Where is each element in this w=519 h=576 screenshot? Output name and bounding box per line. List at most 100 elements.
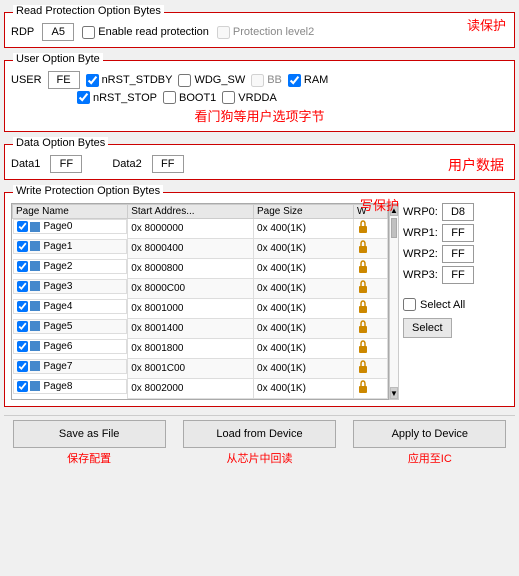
wp-page-checkbox[interactable] — [17, 361, 28, 372]
wp-start-addr: 0x 8001800 — [128, 339, 254, 359]
wp-page-size: 0x 400(1K) — [254, 299, 354, 319]
data2-input[interactable] — [152, 155, 184, 173]
wp-page-name-cell: Page4 — [13, 299, 128, 314]
wp-page-name-cell: Page8 — [13, 379, 128, 394]
wp-lock-cell — [354, 339, 388, 359]
scrollbar-thumb[interactable] — [391, 218, 397, 238]
wp-page-checkbox[interactable] — [17, 381, 28, 392]
wp-page-size: 0x 400(1K) — [254, 259, 354, 279]
wp-scrollbar[interactable]: ▲ ▼ — [389, 203, 399, 400]
enable-read-protection-checkbox[interactable] — [82, 26, 95, 39]
boot1-text: BOOT1 — [179, 92, 216, 104]
vrdda-label[interactable]: VRDDA — [222, 91, 277, 104]
table-row: Page10x 80004000x 400(1K) — [13, 239, 388, 259]
wdg-sw-label[interactable]: WDG_SW — [178, 74, 245, 87]
wp-lock-cell — [354, 239, 388, 259]
nrst-stop-label[interactable]: nRST_STOP — [77, 91, 157, 104]
wp-page-checkbox[interactable] — [17, 321, 28, 332]
wp-lock-cell — [354, 299, 388, 319]
wp-page-checkbox[interactable] — [17, 281, 28, 292]
wp-page-size: 0x 400(1K) — [254, 279, 354, 299]
lock-icon — [357, 340, 369, 354]
lock-icon — [357, 320, 369, 334]
scrollbar-down-btn[interactable]: ▼ — [390, 387, 398, 399]
wp-right-panel: WRP0: WRP1: WRP2: WRP3: — [403, 203, 508, 400]
col-page-size: Page Size — [254, 205, 354, 219]
nrst-stop-checkbox[interactable] — [77, 91, 90, 104]
wp-lock-cell — [354, 279, 388, 299]
rdp-input[interactable] — [42, 23, 74, 41]
table-row: Page80x 80020000x 400(1K) — [13, 379, 388, 399]
wp-page-checkbox[interactable] — [17, 341, 28, 352]
protection-level2-checkbox-label[interactable]: Protection level2 — [217, 26, 314, 39]
select-button[interactable]: Select — [403, 318, 452, 338]
save-as-file-button[interactable]: Save as File — [13, 420, 166, 448]
wdg-sw-checkbox[interactable] — [178, 74, 191, 87]
wp-page-checkbox[interactable] — [17, 261, 28, 272]
wrp0-label: WRP0: — [403, 206, 438, 218]
read-protection-title: Read Protection Option Bytes — [13, 5, 164, 17]
wp-start-addr: 0x 8000000 — [128, 219, 254, 239]
lock-icon — [357, 360, 369, 374]
wp-page-size: 0x 400(1K) — [254, 219, 354, 239]
lock-icon — [357, 380, 369, 394]
wp-lock-cell — [354, 359, 388, 379]
wp-page-name: Page1 — [44, 241, 73, 252]
wp-page-size: 0x 400(1K) — [254, 319, 354, 339]
wp-page-size: 0x 400(1K) — [254, 379, 354, 399]
table-row: Page40x 80010000x 400(1K) — [13, 299, 388, 319]
ram-text: RAM — [304, 74, 328, 86]
save-section: Save as File 保存配置 — [4, 420, 174, 466]
user-label: USER — [11, 74, 42, 86]
col-start-addr: Start Addres... — [128, 205, 254, 219]
table-row: Page00x 80000000x 400(1K) — [13, 219, 388, 239]
wp-start-addr: 0x 8001000 — [128, 299, 254, 319]
enable-read-protection-checkbox-label[interactable]: Enable read protection — [82, 26, 209, 39]
user-option-annotation: 看门狗等用户选项字节 — [194, 109, 324, 124]
protection-level2-checkbox[interactable] — [217, 26, 230, 39]
wp-page-checkbox[interactable] — [17, 221, 28, 232]
nrst-stdby-checkbox[interactable] — [86, 74, 99, 87]
table-row: Page50x 80014000x 400(1K) — [13, 319, 388, 339]
user-opt-row1: USER nRST_STDBY WDG_SW BB RAM — [11, 71, 508, 89]
load-from-device-button[interactable]: Load from Device — [183, 420, 336, 448]
read-protection-annotation: 读保护 — [467, 15, 506, 34]
wp-page-checkbox[interactable] — [17, 301, 28, 312]
save-annotation: 保存配置 — [67, 450, 111, 466]
boot1-checkbox[interactable] — [163, 91, 176, 104]
user-input[interactable] — [48, 71, 80, 89]
wrp0-input[interactable] — [442, 203, 474, 221]
select-all-checkbox[interactable] — [403, 298, 416, 311]
wp-page-name-cell: Page6 — [13, 339, 128, 354]
bb-checkbox[interactable] — [251, 74, 264, 87]
wp-page-size: 0x 400(1K) — [254, 239, 354, 259]
data1-input[interactable] — [50, 155, 82, 173]
wrp3-label: WRP3: — [403, 269, 438, 281]
bb-label[interactable]: BB — [251, 74, 282, 87]
boot1-label[interactable]: BOOT1 — [163, 91, 216, 104]
wp-start-addr: 0x 8000800 — [128, 259, 254, 279]
wrp2-input[interactable] — [442, 245, 474, 263]
write-protection-title: Write Protection Option Bytes — [13, 185, 163, 197]
vrdda-checkbox[interactable] — [222, 91, 235, 104]
user-option-title: User Option Byte — [13, 53, 103, 65]
select-all-row: Select All — [403, 298, 508, 311]
page-icon — [30, 381, 40, 391]
apply-to-device-button[interactable]: Apply to Device — [353, 420, 506, 448]
enable-read-protection-label: Enable read protection — [98, 26, 209, 38]
ram-label[interactable]: RAM — [288, 74, 328, 87]
nrst-stop-text: nRST_STOP — [93, 92, 157, 104]
nrst-stdby-label[interactable]: nRST_STDBY — [86, 74, 173, 87]
write-protection-annotation: 写保护 — [360, 195, 399, 214]
ram-checkbox[interactable] — [288, 74, 301, 87]
wrp1-input[interactable] — [442, 224, 474, 242]
wp-page-name-cell: Page7 — [13, 359, 128, 374]
vrdda-text: VRDDA — [238, 92, 277, 104]
wp-page-name: Page3 — [44, 281, 73, 292]
wp-page-size: 0x 400(1K) — [254, 359, 354, 379]
lock-icon — [357, 260, 369, 274]
wrp3-input[interactable] — [442, 266, 474, 284]
page-icon — [30, 321, 40, 331]
write-protection-container: Page Name Start Addres... Page Size W Pa… — [11, 203, 508, 400]
wp-page-checkbox[interactable] — [17, 241, 28, 252]
